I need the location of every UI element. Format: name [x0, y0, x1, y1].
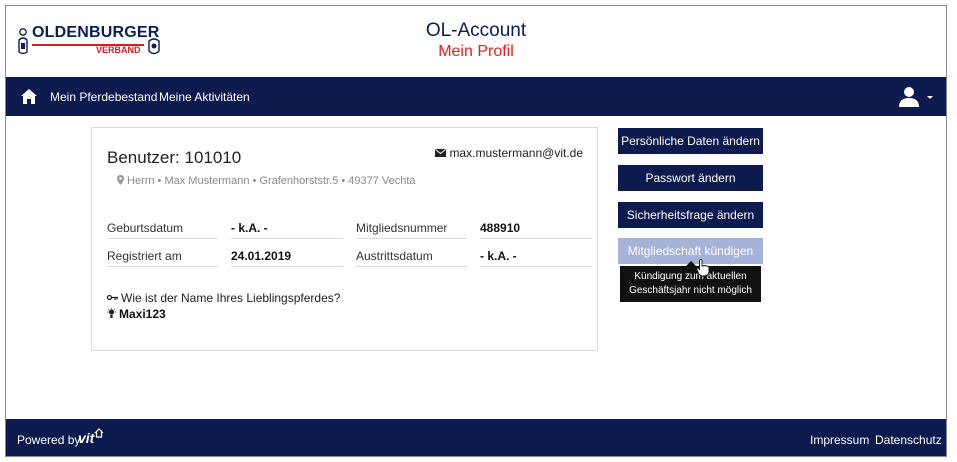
nav-link-pferdebestand[interactable]: Mein Pferdebestand — [50, 90, 157, 104]
geburtsdatum-value: - k.A. - — [231, 221, 343, 239]
key-icon — [107, 294, 118, 301]
change-personal-data-button[interactable]: Persönliche Daten ändern — [618, 128, 763, 154]
profile-card: Benutzer: 101010 max.mustermann@vit.de H… — [91, 127, 598, 351]
registriert-value: 24.01.2019 — [231, 249, 343, 267]
page-header: OLDENBURGER VERBAND OL-Account Mein Prof… — [6, 6, 946, 77]
mitgliedsnummer-value: 488910 — [480, 221, 592, 239]
tooltip-line-2: Geschäftsjahr nicht möglich — [629, 285, 752, 296]
page-footer: Powered by vit Impressum Datenschutz — [6, 419, 946, 456]
tooltip-line-1: Kündigung zum aktuellen — [634, 271, 747, 282]
lightbulb-icon — [107, 308, 116, 318]
app-frame: OLDENBURGER VERBAND OL-Account Mein Prof… — [5, 5, 947, 457]
user-address-text: Herrn • Max Mustermann • Grafenhorststr.… — [127, 175, 416, 187]
cancel-membership-tooltip: Kündigung zum aktuellen Geschäftsjahr ni… — [620, 261, 761, 302]
change-password-button[interactable]: Passwort ändern — [618, 165, 763, 191]
change-security-question-button[interactable]: Sicherheitsfrage ändern — [618, 202, 763, 228]
tooltip-arrow — [686, 261, 696, 266]
security-question-text: Wie ist der Name Ihres Lieblingspferdes? — [121, 291, 341, 305]
vit-logo[interactable]: vit — [78, 430, 94, 446]
user-id-heading: Benutzer: 101010 — [107, 148, 242, 167]
security-answer-text: Maxi123 — [119, 307, 166, 321]
security-answer: Maxi123 — [107, 307, 166, 321]
datenschutz-link[interactable]: Datenschutz — [875, 433, 942, 447]
user-address: Herrn • Max Mustermann • Grafenhorststr.… — [117, 175, 416, 187]
austrittsdatum-value: - k.A. - — [480, 249, 592, 267]
powered-by-text: Powered by — [17, 433, 81, 447]
hand-cursor-icon — [696, 259, 710, 277]
page-subtitle: Mein Profil — [438, 43, 514, 60]
security-question: Wie ist der Name Ihres Lieblingspferdes? — [107, 291, 340, 305]
home-icon[interactable] — [20, 88, 38, 105]
vit-house-icon — [94, 428, 104, 438]
impressum-link[interactable]: Impressum — [810, 433, 869, 447]
nav-link-aktivitaeten[interactable]: Meine Aktivitäten — [159, 90, 250, 104]
user-email-text: max.mustermann@vit.de — [449, 146, 583, 160]
map-pin-icon — [117, 175, 124, 185]
user-menu-icon[interactable] — [895, 86, 933, 108]
user-email[interactable]: max.mustermann@vit.de — [435, 146, 583, 160]
registriert-label: Registriert am — [107, 249, 218, 267]
main-navbar: Mein Pferdebestand Meine Aktivitäten — [6, 77, 946, 116]
mitgliedsnummer-label: Mitgliedsnummer — [356, 221, 467, 239]
page-title: OL-Account — [425, 20, 527, 41]
envelope-icon — [435, 149, 447, 157]
austrittsdatum-label: Austrittsdatum — [356, 249, 467, 267]
geburtsdatum-label: Geburtsdatum — [107, 221, 218, 239]
